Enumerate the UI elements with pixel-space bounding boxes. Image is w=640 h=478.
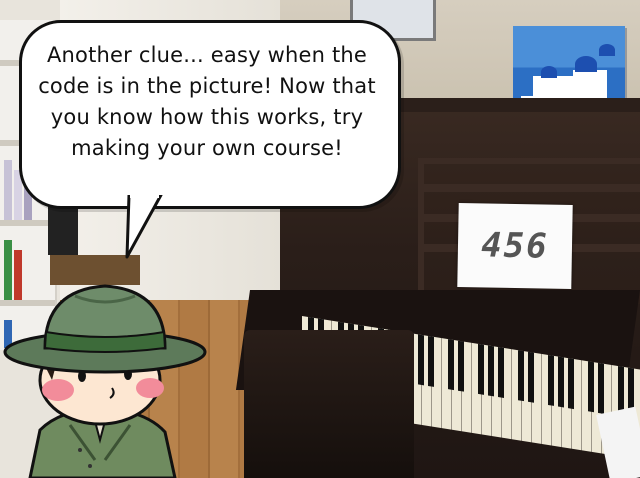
detective-character[interactable] xyxy=(0,260,220,478)
dialog-text: Another clue... easy when the code is in… xyxy=(38,43,376,160)
left-cheek xyxy=(42,379,74,401)
right-cheek xyxy=(136,378,164,398)
printer xyxy=(48,205,78,255)
game-scene: 456 Another clue... easy when the code i… xyxy=(0,0,640,478)
clue-card[interactable]: 456 xyxy=(457,203,573,289)
clue-code-text: 456 xyxy=(480,225,550,267)
piano-side-panel xyxy=(244,330,414,478)
